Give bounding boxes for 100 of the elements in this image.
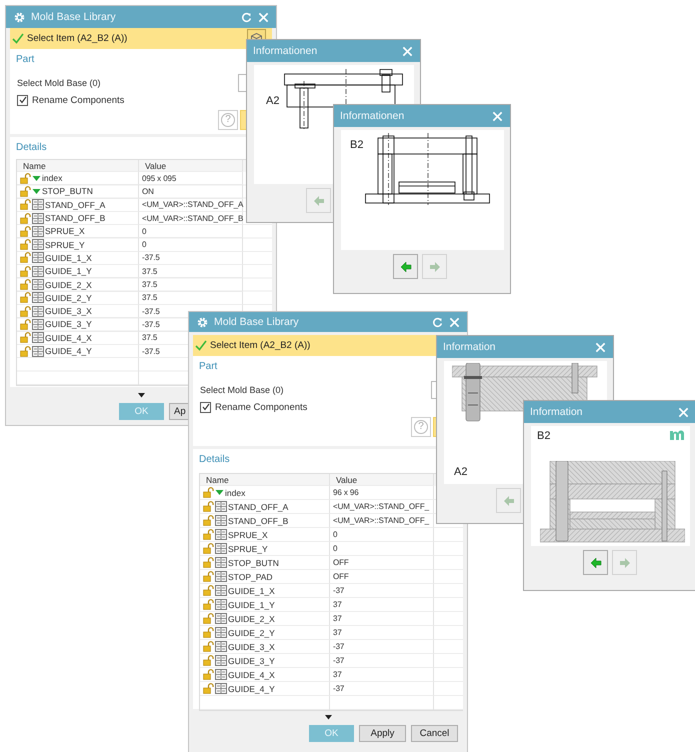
window-title: Information — [443, 341, 497, 353]
column-header: Name — [17, 160, 139, 172]
padlock-icon — [203, 487, 214, 498]
checkbox-label: Rename Components — [32, 94, 124, 106]
parameter-name: GUIDE_4_Y — [45, 346, 92, 356]
table-cell: 0 — [330, 542, 434, 556]
table-cell: 37.5 — [139, 292, 243, 305]
padlock-icon — [203, 669, 214, 680]
checkbox[interactable] — [200, 402, 211, 412]
padlock-icon — [20, 332, 31, 344]
selection-label: Select Item (A2_B2 (A)) — [27, 33, 128, 44]
padlock-icon — [203, 501, 214, 512]
parameter-name: index — [225, 488, 246, 498]
back-button[interactable] — [393, 254, 418, 279]
padlock-icon — [20, 266, 31, 277]
expression-icon — [215, 543, 227, 554]
table-cell: <UM_VAR>::STAND_OFF_B — [139, 212, 243, 226]
parameter-name: SPRUE_Y — [45, 240, 85, 250]
close-icon[interactable] — [449, 316, 460, 328]
expression-icon — [215, 655, 227, 666]
table-cell: -37 — [330, 584, 434, 598]
expression-icon — [215, 501, 227, 512]
back-button[interactable] — [583, 550, 608, 575]
expression-icon — [32, 266, 44, 277]
field-label: Select Mold Base (0) — [17, 78, 102, 88]
section-heading: Part — [199, 361, 218, 372]
close-icon[interactable] — [595, 342, 606, 352]
section-heading: Details — [199, 454, 230, 465]
logo-icon — [670, 430, 685, 440]
window-title: Information — [530, 406, 584, 418]
table-cell: -37 — [330, 682, 434, 696]
part-label: B2 — [350, 139, 364, 151]
table-cell: 0 — [330, 528, 434, 542]
caret-icon[interactable] — [324, 714, 332, 720]
left-arrow-icon — [590, 556, 602, 568]
expression-icon — [32, 279, 44, 290]
parameter-name: GUIDE_1_Y — [228, 600, 275, 610]
table-cell: 095 x 095 — [139, 172, 243, 186]
parameter-name: GUIDE_2_Y — [45, 292, 92, 303]
table-cell: OFF — [330, 570, 434, 584]
padlock-icon — [203, 585, 214, 596]
table-cell: ON — [139, 185, 243, 199]
expression-icon — [215, 627, 227, 638]
dialog-button[interactable]: Apply — [359, 725, 406, 742]
padlock-icon — [20, 318, 31, 330]
refresh-icon[interactable] — [241, 12, 252, 22]
table-cell: <UM_VAR>::STAND_OFF_A — [139, 198, 243, 212]
padlock-icon — [203, 641, 214, 652]
padlock-icon — [20, 212, 31, 224]
parameter-name: SPRUE_X — [228, 530, 268, 540]
triangle-icon[interactable] — [215, 489, 224, 496]
parameter-name: STAND_OFF_B — [45, 213, 106, 224]
left-arrow-icon — [400, 260, 412, 272]
column-header: Value — [139, 160, 243, 172]
left-arrow-icon — [502, 494, 514, 506]
parameter-name: STAND_OFF_A — [45, 200, 106, 210]
padlock-icon — [203, 543, 214, 554]
refresh-icon[interactable] — [432, 316, 443, 328]
padlock-icon — [20, 279, 31, 290]
table-cell: 37 — [330, 668, 434, 682]
field-label: Select Mold Base (0) — [200, 385, 285, 395]
check-icon — [12, 33, 24, 44]
close-icon[interactable] — [402, 46, 413, 56]
table-cell: 0 — [139, 225, 243, 238]
expression-icon — [32, 306, 44, 317]
window-title: Mold Base Library — [31, 11, 117, 23]
column-header: Name — [200, 474, 330, 486]
close-icon[interactable] — [492, 110, 503, 122]
column-header: Value — [330, 474, 434, 486]
parameter-name: GUIDE_4_Y — [228, 684, 275, 694]
expression-icon — [32, 346, 44, 356]
section-heading: Part — [16, 54, 34, 65]
parameter-name: GUIDE_4_X — [45, 332, 92, 343]
parameter-name: GUIDE_4_X — [228, 670, 275, 680]
table-cell: 37 — [330, 598, 434, 612]
parameter-name: STAND_OFF_A — [228, 502, 288, 512]
table-cell: 0 — [139, 238, 243, 252]
padlock-icon — [20, 292, 31, 304]
expression-icon — [32, 318, 44, 330]
padlock-icon — [20, 346, 31, 356]
parameter-name: GUIDE_2_Y — [228, 628, 275, 638]
close-icon[interactable] — [258, 12, 269, 22]
padlock-icon — [203, 683, 214, 694]
checkbox-label: Rename Components — [215, 402, 308, 412]
table-cell: 37.5 — [139, 265, 243, 278]
checkbox[interactable] — [17, 94, 28, 106]
dialog-button[interactable]: Cancel — [411, 725, 458, 742]
parameter-name: GUIDE_2_X — [228, 614, 275, 624]
padlock-icon — [20, 226, 31, 237]
table-cell: -37 — [330, 640, 434, 654]
padlock-icon — [203, 655, 214, 666]
close-icon[interactable] — [678, 406, 689, 418]
check-icon — [195, 340, 207, 351]
gear-icon[interactable] — [197, 316, 208, 328]
expression-icon — [32, 226, 44, 237]
parameter-name: GUIDE_3_X — [228, 642, 275, 652]
gear-icon[interactable] — [14, 12, 25, 22]
caret-icon[interactable] — [138, 392, 144, 398]
table-cell: 37.5 — [139, 278, 243, 292]
expression-icon — [215, 529, 227, 540]
